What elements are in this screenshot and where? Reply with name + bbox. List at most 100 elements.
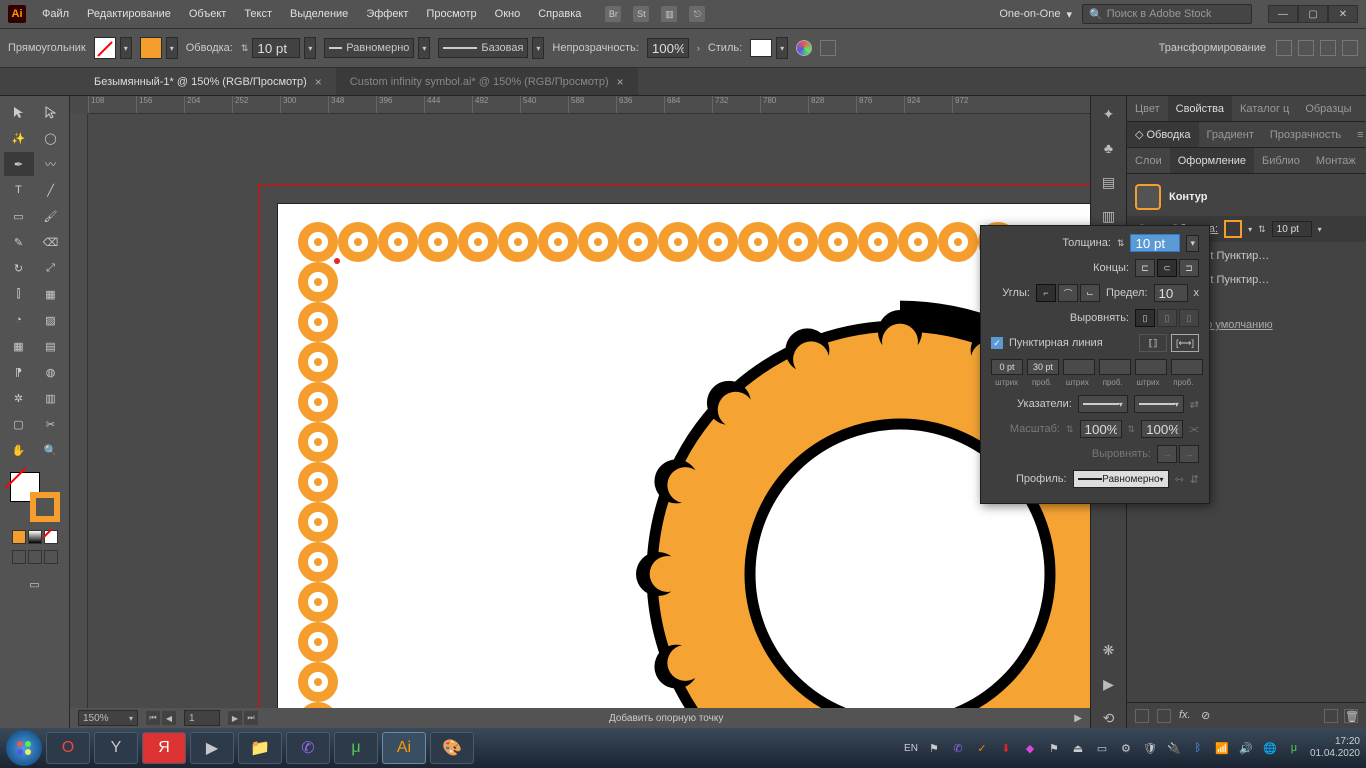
taskbar-viber[interactable]: ✆ — [286, 732, 330, 764]
shaper-tool[interactable]: ✎ — [4, 230, 34, 254]
join-miter[interactable]: ⌐ — [1036, 284, 1056, 302]
gradient-mode-icon[interactable] — [28, 530, 42, 544]
eraser-tool[interactable]: ⌫ — [36, 230, 66, 254]
taskbar-illustrator[interactable]: Ai — [382, 732, 426, 764]
arrow-end[interactable]: ▾ — [1134, 395, 1184, 413]
tray-av-icon[interactable]: ✓ — [974, 740, 990, 756]
tab-artboards[interactable]: Монтаж — [1308, 148, 1364, 173]
rectangle-tool[interactable]: ▭ — [4, 204, 34, 228]
chevron-down-icon[interactable]: ▾ — [1318, 225, 1322, 234]
join-bevel[interactable]: ⌙ — [1080, 284, 1100, 302]
tab-swatches[interactable]: Образцы — [1297, 96, 1359, 121]
clear-icon[interactable]: ⊘ — [1201, 709, 1215, 723]
taskbar-explorer[interactable]: 📁 — [238, 732, 282, 764]
chevron-down-icon[interactable]: ▾ — [1248, 225, 1252, 234]
swap-arrows-icon[interactable]: ⇄ — [1190, 398, 1199, 411]
layers-icon[interactable]: ▤ — [1099, 172, 1119, 192]
tray-usb-icon[interactable]: ⏏ — [1070, 740, 1086, 756]
bridge-icon[interactable]: Br — [605, 6, 621, 22]
tray-net-icon[interactable]: 🌐 — [1262, 740, 1278, 756]
menu-window[interactable]: Окно — [487, 4, 529, 24]
tray-flag-icon[interactable]: ⚑ — [926, 740, 942, 756]
cap-round[interactable]: ⊂ — [1157, 259, 1177, 277]
tray-app-icon[interactable]: ◆ — [1022, 740, 1038, 756]
draw-inside-icon[interactable] — [44, 550, 58, 564]
close-icon[interactable]: × — [315, 75, 322, 89]
actions-icon[interactable]: ▶ — [1099, 674, 1119, 694]
tab-gradient[interactable]: Градиент — [1199, 122, 1262, 147]
tray-power-icon[interactable]: 🔌 — [1166, 740, 1182, 756]
more-icon[interactable] — [1342, 40, 1358, 56]
color-mode-icon[interactable] — [12, 530, 26, 544]
stroke-color-swatch[interactable] — [1224, 220, 1242, 238]
draw-normal-icon[interactable] — [12, 550, 26, 564]
align-dash-icon[interactable]: [⟷] — [1171, 334, 1199, 352]
screen-mode-icon[interactable]: ▭ — [20, 572, 50, 596]
arrange-icon[interactable]: ▥ — [661, 6, 677, 22]
links-icon[interactable]: ⟲ — [1099, 708, 1119, 728]
tab-color-guide[interactable]: Каталог ц — [1232, 96, 1297, 121]
stroke-weight-input[interactable] — [1130, 234, 1180, 252]
mesh-tool[interactable]: ▦ — [4, 334, 34, 358]
scale-tool[interactable]: ⤢ — [36, 256, 66, 280]
new-stroke-icon[interactable] — [1157, 709, 1171, 723]
taskbar-media[interactable]: ▶ — [190, 732, 234, 764]
tray-lang[interactable]: EN — [904, 743, 918, 754]
stock-icon[interactable]: St — [633, 6, 649, 22]
tray-screen-icon[interactable]: ▭ — [1094, 740, 1110, 756]
doc-tab-active[interactable]: Безымянный-1* @ 150% (RGB/Просмотр) × — [80, 68, 336, 95]
none-mode-icon[interactable] — [44, 530, 58, 544]
menu-view[interactable]: Просмотр — [418, 4, 484, 24]
window-close[interactable]: ✕ — [1328, 5, 1358, 23]
page-number[interactable]: 1 — [184, 710, 220, 726]
tab-layers[interactable]: Слои — [1127, 148, 1170, 173]
menu-effect[interactable]: Эффект — [358, 4, 416, 24]
menu-edit[interactable]: Редактирование — [79, 4, 179, 24]
stroke-weight-input[interactable] — [252, 38, 300, 58]
tray-torrent-icon[interactable]: ⬇ — [998, 740, 1014, 756]
dash-1[interactable] — [991, 359, 1023, 375]
tray-viber-icon[interactable]: ✆ — [950, 740, 966, 756]
last-page-icon[interactable]: ⏭ — [244, 711, 258, 725]
tab-transparency[interactable]: Прозрачность — [1262, 122, 1349, 147]
align-pixel-icon[interactable] — [1320, 40, 1336, 56]
fx-icon[interactable]: fx. — [1179, 709, 1193, 723]
prev-page-icon[interactable]: ◀ — [162, 711, 176, 725]
profile-uniform[interactable]: Равномерно ▾ — [324, 37, 430, 59]
curvature-tool[interactable]: 〰 — [36, 152, 66, 176]
taskbar-utorrent[interactable]: μ — [334, 732, 378, 764]
tray-utorrent-icon[interactable]: μ — [1286, 740, 1302, 756]
properties-icon[interactable]: ✦ — [1099, 104, 1119, 124]
dash-3[interactable] — [1135, 359, 1167, 375]
taskbar-paint[interactable]: 🎨 — [430, 732, 474, 764]
gpu-icon[interactable]: ⎋ — [689, 6, 705, 22]
align-center[interactable]: ▯ — [1135, 309, 1155, 327]
tray-volume-icon[interactable]: 🔊 — [1238, 740, 1254, 756]
cap-projecting[interactable]: ⊐ — [1179, 259, 1199, 277]
recolor-icon[interactable] — [796, 40, 812, 56]
shape-builder-tool[interactable]: ◔ — [4, 308, 34, 332]
first-page-icon[interactable]: ⏮ — [146, 711, 160, 725]
menu-help[interactable]: Справка — [530, 4, 589, 24]
chevron-down-icon[interactable]: ▾ — [1186, 235, 1199, 252]
direct-selection-tool[interactable] — [36, 100, 66, 124]
doc-tab-inactive[interactable]: Custom infinity symbol.ai* @ 150% (RGB/П… — [336, 68, 638, 95]
close-icon[interactable]: × — [617, 75, 624, 89]
stock-search[interactable]: 🔍 Поиск в Adobe Stock — [1082, 4, 1252, 24]
dashed-checkbox[interactable]: ✓ — [991, 337, 1003, 349]
stroke-control[interactable]: ▾ — [140, 37, 178, 59]
tab-color[interactable]: Цвет — [1127, 96, 1168, 121]
draw-behind-icon[interactable] — [28, 550, 42, 564]
opacity-input[interactable] — [647, 38, 689, 58]
artboard-tool[interactable]: ▢ — [4, 412, 34, 436]
arrow-start[interactable]: ▾ — [1078, 395, 1128, 413]
taskbar-yandex[interactable]: Y — [94, 732, 138, 764]
gradient-tool[interactable]: ▤ — [36, 334, 66, 358]
zoom-field[interactable]: 150%▾ — [78, 710, 138, 726]
tab-stroke[interactable]: ◇Обводка — [1127, 122, 1199, 147]
eyedropper-tool[interactable]: ⁋ — [4, 360, 34, 384]
slice-tool[interactable]: ✂ — [36, 412, 66, 436]
window-maximize[interactable]: ▢ — [1298, 5, 1328, 23]
free-transform-tool[interactable]: ▦ — [36, 282, 66, 306]
tab-properties[interactable]: Свойства — [1168, 96, 1232, 121]
